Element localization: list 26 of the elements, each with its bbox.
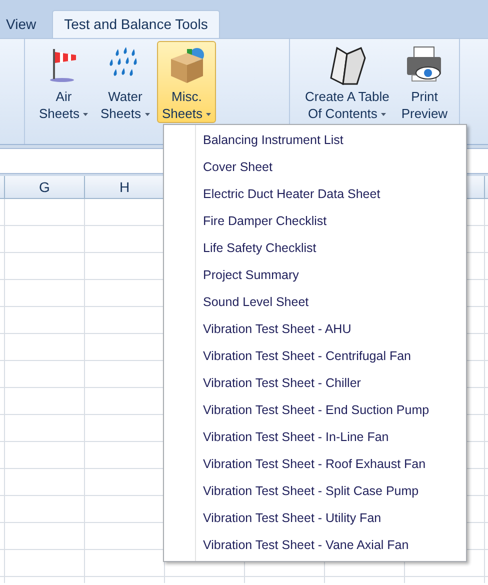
ribbon-button[interactable]: Print Preview bbox=[396, 41, 453, 123]
menu-item[interactable]: Electric Duct Heater Data Sheet bbox=[164, 181, 466, 208]
menu-item[interactable]: Project Summary bbox=[164, 262, 466, 289]
column-header: H bbox=[119, 178, 130, 196]
menu-item[interactable]: Vibration Test Sheet - Vane Axial Fan bbox=[164, 532, 466, 559]
ribbon-tab[interactable]: View bbox=[0, 10, 42, 38]
menu-item[interactable]: Cover Sheet bbox=[164, 154, 466, 181]
ribbon-tab[interactable]: Test and Balance Tools bbox=[52, 10, 220, 38]
ribbon-button[interactable]: Create A Table Of Contents bbox=[300, 41, 394, 123]
open-book-icon bbox=[327, 44, 368, 86]
menu-item[interactable]: Vibration Test Sheet - In-Line Fan bbox=[164, 424, 466, 451]
menu-item[interactable]: Sound Level Sheet bbox=[164, 289, 466, 316]
menu-item[interactable]: Vibration Test Sheet - AHU bbox=[164, 316, 466, 343]
menu-item[interactable]: Vibration Test Sheet - End Suction Pump bbox=[164, 397, 466, 424]
menu-item[interactable]: Vibration Test Sheet - Split Case Pump bbox=[164, 478, 466, 505]
menu-item[interactable]: Balancing Instrument List bbox=[164, 127, 466, 154]
ribbon-button[interactable]: Water Sheets bbox=[95, 41, 155, 123]
menu-item[interactable]: Vibration Test Sheet - Roof Exhaust Fan bbox=[164, 451, 466, 478]
column-header: G bbox=[39, 178, 50, 196]
menu-item[interactable]: Fire Damper Checklist bbox=[164, 208, 466, 235]
menu-item[interactable]: Vibration Test Sheet - Centrifugal Fan bbox=[164, 343, 466, 370]
menu-item[interactable]: Vibration Test Sheet - Utility Fan bbox=[164, 505, 466, 532]
ribbon-button[interactable]: Air Sheets bbox=[34, 41, 94, 123]
menu-item[interactable]: Vibration Test Sheet - Chiller bbox=[164, 370, 466, 397]
ribbon-button[interactable]: Misc. Sheets bbox=[156, 41, 216, 123]
menu-item[interactable]: Life Safety Checklist bbox=[164, 235, 466, 262]
